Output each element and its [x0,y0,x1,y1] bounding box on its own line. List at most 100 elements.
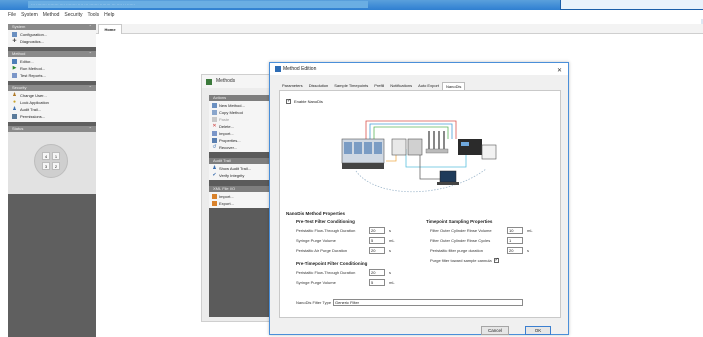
sampling-manifold [425,131,449,154]
close-icon[interactable]: ✕ [557,65,562,77]
methods-item-label: Copy Method [219,110,243,115]
nav-item-lock-application[interactable]: ● Lock Application [8,99,96,106]
pretimepoint-syringe-purge-input[interactable]: 5 [369,278,385,286]
methods-icon [206,79,212,85]
menu-tools[interactable]: Tools [87,12,99,18]
timepoint-filter-purge-unit: s [527,247,529,253]
status-cell-3[interactable]: 3 [42,162,50,170]
nav-header-system[interactable]: System ⌃ [8,24,96,30]
enable-nanodis-checkbox[interactable]: ✓ [286,99,291,104]
nav-header-label: Security [12,85,27,90]
cancel-button[interactable]: Cancel [481,326,509,335]
method-edition-icon [275,66,281,72]
nav-item-configuration[interactable]: Configuration... [8,31,96,38]
timepoint-rinse-volume-unit: mL [527,227,533,233]
new-method-icon [212,103,217,108]
methods-item-label: Verify Integrity [219,173,245,178]
tab-notifications[interactable]: Notifications [387,82,415,90]
menu-security[interactable]: Security [64,12,82,18]
dialog-title: Method Edition [283,66,317,72]
pretest-syringe-purge-input[interactable]: 5 [369,236,385,244]
timepoint-rinse-volume-input[interactable]: 10 [507,226,523,234]
nav-item-permissions[interactable]: Permissions... [8,113,96,120]
nav-item-run-method[interactable]: ▶ Run Method... [8,65,96,72]
nav-item-diagnostics[interactable]: ✚ Diagnostics... [8,38,96,45]
status-cell-1[interactable]: 1 [52,152,60,160]
methods-item-label: Properties... [219,138,241,143]
change-user-icon: ♟ [12,92,17,98]
methods-item-label: Import... [219,131,234,136]
methods-item-label: Export... [219,201,234,206]
laptop [437,170,459,185]
filter-station [391,138,423,156]
timepoint-rinse-volume-row: Filter Outer Cylinder Rinse Volume 10 mL [430,226,560,234]
timepoint-rinse-cycles-label: Filter Outer Cylinder Rinse Cycles [430,237,491,243]
ok-button[interactable]: OK [525,326,551,335]
methods-item-label: Delete... [219,124,234,129]
nav-header-label: Status [12,126,24,131]
pretimepoint-flow-through-input[interactable]: 20 [369,268,385,276]
nav-header-security[interactable]: Security ⌃ [8,85,96,91]
purge-toward-cannula-checkbox[interactable]: ✓ [493,257,499,263]
pretest-syringe-purge-row: Syringe Purge Volume 5 mL [296,236,406,244]
pretimepoint-flow-through-label: Peristaltic Flow-Through Duration [296,269,356,275]
timepoint-rinse-cycles-row: Filter Outer Cylinder Rinse Cycles 1 [430,236,560,244]
pretest-air-purge-label: Peristaltic Air Purge Duration [296,247,348,253]
nav-section-security: ♟ Change User... ● Lock Application ♟ Audit… [8,91,96,122]
title-bar-accent [560,0,703,10]
filter-type-input[interactable]: Generic Filter [333,298,523,306]
test-reports-icon [12,73,17,78]
left-nav: System ⌃ Configuration... ✚ Diagnostics...… [8,24,96,337]
recover-icon: ↺ [212,144,217,150]
menu-method[interactable]: Method [43,12,60,18]
pretest-air-purge-row: Peristaltic Air Purge Duration 20 s [296,246,406,254]
pretest-air-purge-input[interactable]: 20 [369,246,385,254]
status-cell-4[interactable]: 4 [42,152,50,160]
nav-item-test-reports[interactable]: Test Reports... [8,72,96,79]
tab-sample-timepoints[interactable]: Sample Timepoints [331,82,371,90]
tab-home[interactable]: Home [98,24,122,34]
nav-item-label: Change User... [20,93,47,98]
tab-nanodis[interactable]: NanoDis [442,82,466,90]
pretimepoint-syringe-purge-row: Syringe Purge Volume 5 mL [296,278,406,286]
tab-prefill[interactable]: Prefill [371,82,387,90]
pretest-syringe-purge-unit: mL [389,237,395,243]
methods-item-label: New Method... [219,103,245,108]
menu-help[interactable]: Help [104,12,114,18]
pretest-syringe-purge-label: Syringe Purge Volume [296,237,336,243]
status-dial: 4 1 3 2 [34,144,68,178]
configuration-icon [12,32,17,37]
menu-file[interactable]: File [8,12,16,18]
pretest-air-purge-unit: s [389,247,391,253]
pretest-flow-through-input[interactable]: 20 [369,226,385,234]
nav-item-label: Permissions... [20,114,46,119]
nav-item-label: Audit Trail... [20,107,42,112]
pretest-flow-through-label: Peristaltic Flow-Through Duration [296,227,356,233]
nav-item-audit-trail[interactable]: ♟ Audit Trail... [8,106,96,113]
enable-nanodis-label: Enable NanoDis [294,99,323,104]
status-cell-2[interactable]: 2 [52,162,60,170]
dialog-tabs: Parameters Dissolution Sample Timepoints… [279,82,466,90]
chevron-up-icon: ⌃ [88,51,92,56]
timepoint-filter-purge-input[interactable]: 20 [507,246,523,254]
diagnostics-icon: ✚ [12,38,17,44]
tab-auto-export[interactable]: Auto Export [415,82,442,90]
tab-parameters[interactable]: Parameters [279,82,306,90]
menu-system[interactable]: System [21,12,38,18]
nav-item-label: Configuration... [20,32,48,37]
audit-trail-icon: ♟ [212,165,217,171]
timepoint-sampling-title: Timepoint Sampling Properties [426,219,493,224]
nav-item-editor[interactable]: Editor... [8,58,96,65]
methods-item-label: Show Audit Trail... [219,166,252,171]
nav-item-change-user[interactable]: ♟ Change User... [8,92,96,99]
tab-dissolution[interactable]: Dissolution [306,82,332,90]
nav-item-label: Editor... [20,59,34,64]
timepoint-rinse-cycles-input[interactable]: 1 [507,236,523,244]
chevron-up-icon: ⌃ [88,24,92,29]
purge-toward-cannula-row: Purge filter toward sample cannula ✓ [430,256,560,264]
nav-section-system: Configuration... ✚ Diagnostics... [8,30,96,47]
pretest-conditioning-title: Pre-Test Filter Conditioning [296,219,355,224]
nav-header-method[interactable]: Method ⌃ [8,51,96,57]
timepoint-filter-purge-label: Peristaltic filter purge duration [430,247,483,253]
editor-icon [12,59,17,64]
